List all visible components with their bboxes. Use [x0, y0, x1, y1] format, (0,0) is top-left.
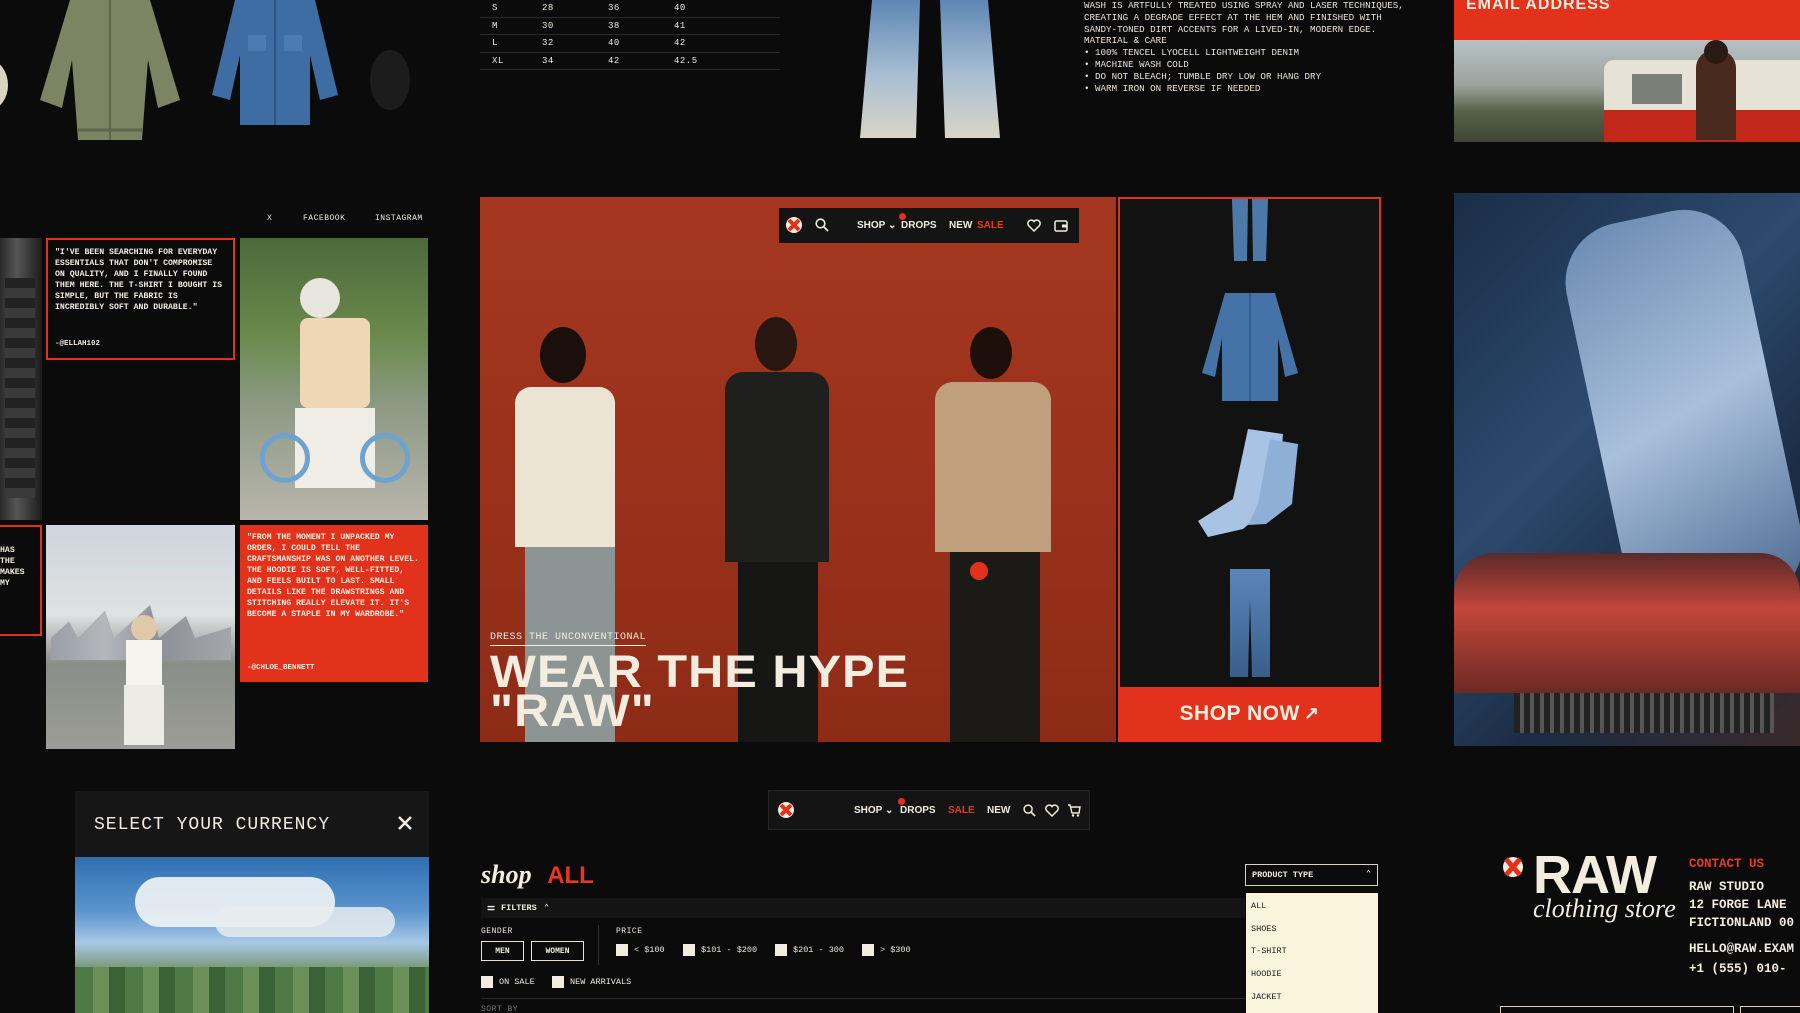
shop-now-button[interactable]: SHOP NOW ↗	[1120, 687, 1379, 740]
filter-sliders-icon: ⚌	[487, 903, 496, 913]
product-denim-shirt[interactable]	[1200, 293, 1300, 403]
partial-item-image	[370, 50, 410, 110]
social-link-x[interactable]: X	[267, 214, 272, 223]
cart-icon[interactable]	[1067, 804, 1081, 820]
price-201-300-checkbox[interactable]: $201 - 300	[775, 944, 844, 956]
email-signup-bar[interactable]: EMAIL ADDRESS	[1454, 0, 1800, 40]
new-arrivals-checkbox[interactable]: NEW ARRIVALS	[552, 976, 631, 988]
nav-sale[interactable]: SALE	[977, 220, 1004, 231]
chevron-up-icon: ⌃	[544, 903, 550, 913]
hero-banner: SHOP ⌄ DROPS NEW SALE DRESS THE UNCONVEN…	[480, 197, 1116, 742]
shop-nav-bar: SHOP ⌄ DROPS SALE NEW	[768, 790, 1090, 830]
product-socks[interactable]	[1188, 429, 1308, 539]
table-row: XL 34 42 42.5	[480, 53, 780, 70]
drops-flame-icon	[899, 213, 906, 220]
brand-subtitle: clothing store	[1533, 894, 1676, 923]
wishlist-heart-icon[interactable]	[1045, 804, 1059, 820]
wishlist-heart-icon[interactable]	[1027, 219, 1041, 235]
nav-shop[interactable]: SHOP ⌄	[857, 220, 896, 231]
nav-new[interactable]: NEW	[987, 805, 1010, 816]
nav-shop[interactable]: SHOP ⌄	[854, 805, 893, 816]
filters-toggle[interactable]: ⚌ FILTERS ⌃	[481, 898, 1245, 918]
sort-divider	[481, 998, 1245, 999]
search-icon[interactable]	[1023, 804, 1036, 820]
testimonial-card-partial: HAS THE MAKES MY	[0, 525, 42, 636]
social-link-facebook[interactable]: FACEBOOK	[303, 214, 345, 223]
on-sale-checkbox[interactable]: ON SALE	[481, 976, 535, 988]
runner-photo	[46, 525, 235, 749]
product-type-option-shoes[interactable]: SHOES	[1251, 924, 1277, 934]
cyclist-photo	[240, 238, 428, 520]
product-jeans-top[interactable]	[1230, 199, 1270, 265]
product-jeans-bottom[interactable]	[1228, 569, 1272, 681]
price-over-300-checkbox[interactable]: > $300	[862, 944, 911, 956]
email-address-label: EMAIL ADDRESS	[1466, 0, 1611, 13]
drops-flame-icon	[898, 798, 905, 805]
van-photo	[1454, 40, 1800, 142]
product-type-option-all[interactable]: ALL	[1251, 901, 1266, 911]
shop-all-heading: shop ALL	[481, 860, 594, 889]
product-type-dropdown[interactable]: PRODUCT TYPE ⌃	[1245, 864, 1378, 886]
brand-logo-icon[interactable]	[777, 801, 795, 822]
sort-by-label[interactable]: SORT BY	[481, 1005, 518, 1013]
arrow-up-right-icon: ↗	[1303, 703, 1320, 723]
price-label: PRICE	[616, 927, 643, 936]
chevron-down-icon: ⌄	[882, 805, 894, 816]
search-icon[interactable]	[815, 218, 829, 235]
product-type-options: ALL SHOES T-SHIRT HOODIE JACKET	[1246, 893, 1378, 1013]
gender-label: GENDER	[481, 927, 513, 936]
jeans-image[interactable]	[850, 0, 1010, 145]
nav-drops[interactable]: DROPS	[900, 805, 936, 816]
brand-name: RAW	[1533, 845, 1657, 905]
testimonial-card: "FROM THE MOMENT I UNPACKED MY ORDER, I …	[240, 525, 428, 682]
gender-women-button[interactable]: WOMEN	[531, 941, 584, 961]
currency-modal-title: SELECT YOUR CURRENCY	[94, 815, 331, 835]
product-carousel: SHOP NOW ↗	[1118, 197, 1381, 742]
filter-divider	[598, 925, 599, 965]
newsletter-submit-button[interactable]	[1740, 1006, 1800, 1013]
contact-info: CONTACT US RAW STUDIO 12 FORGE LANE FICT…	[1689, 857, 1795, 978]
price-under-100-checkbox[interactable]: < $100	[616, 944, 665, 956]
close-icon[interactable]	[397, 815, 413, 836]
product-type-option-hoodie[interactable]: HOODIE	[1251, 969, 1282, 979]
price-101-200-checkbox[interactable]: $101 - $200	[683, 944, 757, 956]
chevron-up-icon: ⌃	[1365, 869, 1371, 879]
testimonial-card: "I'VE BEEN SEARCHING FOR EVERYDAY ESSENT…	[46, 238, 235, 360]
sweater-image	[0, 0, 10, 120]
newsletter-input[interactable]	[1500, 1006, 1734, 1013]
gender-men-button[interactable]: MEN	[481, 941, 524, 961]
nav-sale[interactable]: SALE	[948, 805, 975, 816]
hero-title: WEAR THE HYPE "RAW"	[490, 646, 910, 736]
cardigan-image[interactable]	[30, 0, 190, 145]
product-description: WASH IS ARTFULLY TREATED USING SPRAY AND…	[1084, 0, 1404, 94]
chevron-down-icon: ⌄	[885, 220, 897, 231]
nav-new[interactable]: NEW	[949, 220, 972, 231]
size-table: S 28 36 40 M 30 38 41 L 32 40 42 XL 34 42 42.5	[480, 0, 780, 70]
nav-drops[interactable]: DROPS	[901, 220, 937, 231]
table-row: M 30 38 41	[480, 18, 780, 35]
denim-shirt-image[interactable]	[210, 0, 340, 130]
hero-nav-bar: SHOP ⌄ DROPS NEW SALE	[779, 208, 1079, 243]
hero-tagline: DRESS THE UNCONVENTIONAL	[490, 632, 647, 646]
wallet-icon[interactable]	[1054, 219, 1068, 235]
social-link-instagram[interactable]: INSTAGRAM	[375, 214, 423, 223]
product-type-option-jacket[interactable]: JACKET	[1251, 992, 1282, 1002]
model-figure-right	[920, 327, 1060, 742]
contact-email-link[interactable]: HELLO@RAW.EXAM	[1689, 940, 1794, 958]
landscape-image	[75, 857, 429, 1013]
table-row: L 32 40 42	[480, 35, 780, 53]
product-type-option-tshirt[interactable]: T-SHIRT	[1251, 946, 1287, 956]
table-row: S 28 36 40	[480, 0, 780, 18]
contact-heading: CONTACT US	[1689, 857, 1765, 871]
contact-phone-link[interactable]: +1 (555) 010-	[1689, 960, 1794, 978]
brand-logo-icon[interactable]	[785, 216, 803, 237]
street-photo	[0, 238, 42, 520]
raw-logo-icon	[1500, 855, 1526, 884]
car-driver-photo	[1454, 193, 1800, 746]
currency-modal: SELECT YOUR CURRENCY	[75, 791, 429, 1013]
